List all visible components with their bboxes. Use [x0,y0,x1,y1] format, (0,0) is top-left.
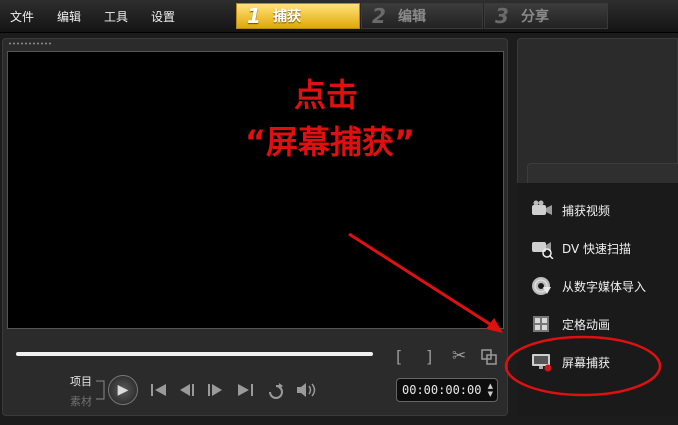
timecode-stepper[interactable]: ▲ ▼ [488,382,493,398]
dv-scan-icon [530,237,554,259]
copy-icon[interactable] [480,348,498,370]
mark-in-icon[interactable]: [ [396,348,402,366]
dv-quick-scan-label: DV 快速扫描 [562,241,632,256]
stop-motion-option[interactable]: 定格动画 [530,310,678,338]
home-icon[interactable] [151,384,166,396]
repeat-icon[interactable] [269,383,283,399]
volume-icon[interactable] [297,383,316,397]
capture-video-option[interactable]: 捕获视频 [530,196,678,224]
disc-import-icon [530,275,554,297]
timecode-field[interactable]: 00:00:00:00 ▲ ▼ [396,378,498,402]
scissors-icon[interactable]: ✂ [452,347,466,365]
capture-panel-tab [527,163,678,184]
end-icon[interactable] [238,384,253,396]
step-number: 2 [372,4,386,28]
step-label: 编辑 [398,9,426,25]
mark-out-icon[interactable]: ] [426,348,432,366]
screen-capture-option[interactable]: 屏幕捕获 [530,348,678,376]
import-digital-media-label: 从数字媒体导入 [562,279,647,294]
timecode-value: 00:00:00:00 [402,383,482,397]
import-digital-media-option[interactable]: 从数字媒体导入 [530,272,678,300]
step-share-tab[interactable]: 3 分享 [484,3,608,29]
previous-frame-icon[interactable] [180,384,194,396]
step-number: 3 [495,4,509,28]
next-frame-icon[interactable] [208,384,222,396]
video-camera-icon [530,199,554,221]
stop-motion-icon [530,313,554,335]
capture-video-label: 捕获视频 [562,203,611,218]
step-edit-tab[interactable]: 2 编辑 [361,3,483,29]
screen-capture-icon [530,351,554,373]
screen-capture-label: 屏幕捕获 [562,355,611,370]
transport-controls [151,383,316,399]
step-label: 分享 [521,9,549,25]
dv-quick-scan-option[interactable]: DV 快速扫描 [530,234,678,262]
stop-motion-label: 定格动画 [562,317,611,332]
